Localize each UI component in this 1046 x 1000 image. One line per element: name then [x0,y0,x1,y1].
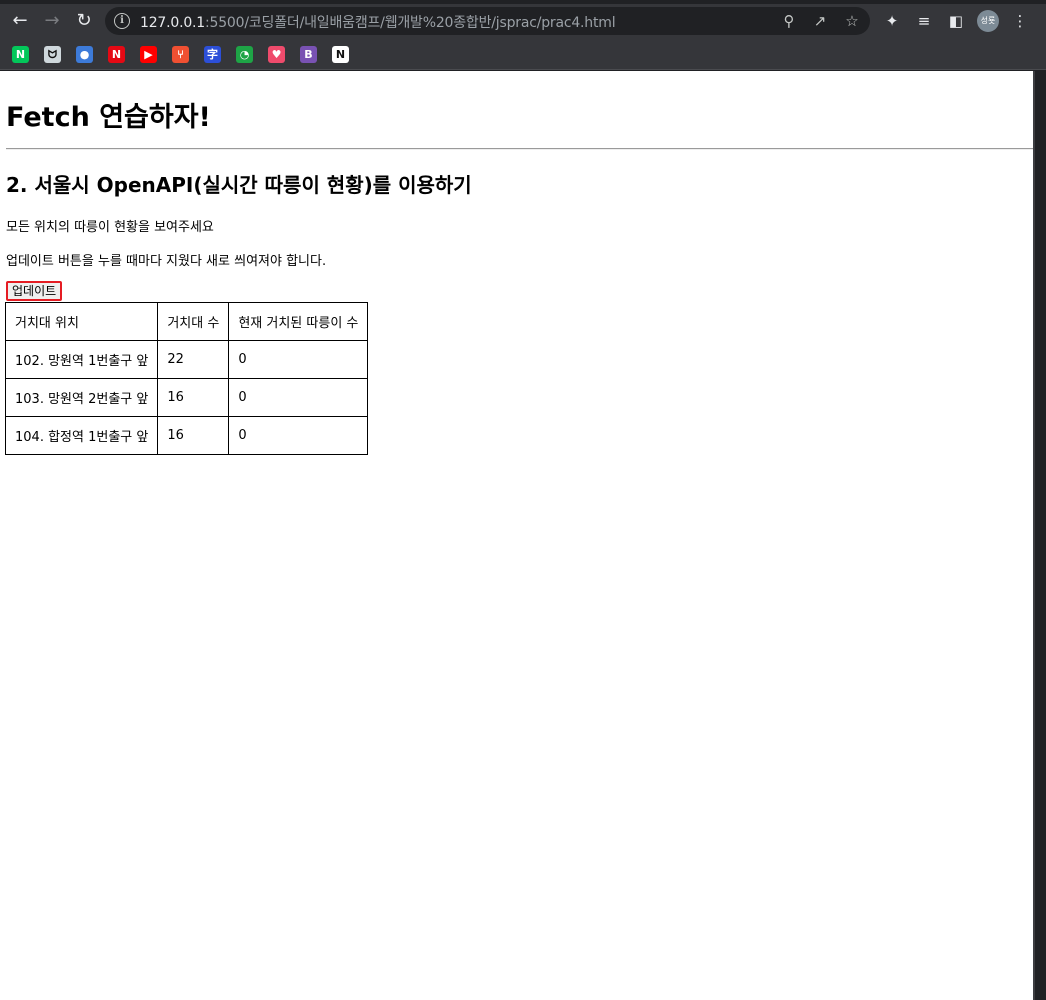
bookmark-clock-icon[interactable]: ◔ [236,46,253,63]
bike-station-table: 거치대 위치 거치대 수 현재 거치된 따릉이 수 102. 망원역 1번출구 … [4,302,369,455]
url-host: 127.0.0.1 [140,15,205,31]
site-info-icon[interactable]: i [114,13,130,29]
table-row: 104. 합정역 1번출구 앞 16 0 [4,416,369,455]
profile-avatar[interactable]: 성룟 [977,10,999,32]
page-content: Fetch 연습하자! 2. 서울시 OpenAPI(실시간 따릉이 현황)를 … [0,71,1033,1000]
url-text[interactable]: 127.0.0.1:5500/코딩폴더/내일배움캠프/웹개발%20종합반/jsp… [140,12,616,32]
bookmark-star-icon[interactable]: ☆ [843,12,861,30]
cell-bike-count: 0 [228,378,369,417]
table-header-row: 거치대 위치 거치대 수 현재 거치된 따릉이 수 [4,302,369,341]
bookmarks-bar: N ᗢ ● N ▶ ⑂ 字 ◔ ♥ B N [0,42,1046,70]
browser-toolbar: ← → ↻ i 127.0.0.1:5500/코딩폴더/내일배움캠프/웹개발%2… [0,0,1046,42]
cell-bike-count: 0 [228,340,369,379]
bookmark-naver-icon[interactable]: N [12,46,29,63]
bookmark-netflix-icon[interactable]: N [108,46,125,63]
bookmark-youtube-icon[interactable]: ▶ [140,46,157,63]
reload-icon[interactable]: ↻ [74,11,94,31]
bookmark-dict-icon[interactable]: 字 [204,46,221,63]
cell-location: 103. 망원역 2번출구 앞 [4,378,159,417]
description-line-1: 모든 위치의 따릉이 현황을 보여주세요 [6,220,214,235]
description-line-2: 업데이트 버튼을 누를 때마다 지웠다 새로 씌여져야 합니다. [6,254,327,269]
divider [6,148,1033,150]
bookmark-git-icon[interactable]: ⑂ [172,46,189,63]
zoom-icon[interactable]: ⚲ [780,12,798,30]
table-row: 103. 망원역 2번출구 앞 16 0 [4,378,369,417]
side-panel-icon[interactable]: ◧ [946,11,966,31]
cell-rack-count: 16 [157,378,230,417]
menu-kebab-icon[interactable]: ⋮ [1010,11,1030,31]
column-header-bike-count: 현재 거치된 따릉이 수 [228,302,369,341]
tab-strip-edge [0,0,1046,4]
media-queue-icon[interactable]: ≡ [914,11,934,31]
section-heading: 2. 서울시 OpenAPI(실시간 따릉이 현황)를 이용하기 [6,173,472,197]
cell-location: 102. 망원역 1번출구 앞 [4,340,159,379]
forward-icon[interactable]: → [42,11,62,31]
back-icon[interactable]: ← [10,11,30,31]
bookmark-notion-icon[interactable]: N [332,46,349,63]
update-button[interactable]: 업데이트 [6,281,63,301]
cell-rack-count: 22 [157,340,230,379]
bookmark-heart-icon[interactable]: ♥ [268,46,285,63]
table-row: 102. 망원역 1번출구 앞 22 0 [4,340,369,379]
cell-location: 104. 합정역 1번출구 앞 [4,416,159,455]
url-path: :5500/코딩폴더/내일배움캠프/웹개발%20종합반/jsprac/prac4… [205,15,616,31]
extensions-icon[interactable]: ✦ [882,11,902,31]
bookmark-game-icon[interactable]: ● [76,46,93,63]
column-header-rack-count: 거치대 수 [157,302,230,341]
bookmark-cat-icon[interactable]: ᗢ [44,46,61,63]
cell-bike-count: 0 [228,416,369,455]
page-title: Fetch 연습하자! [6,102,211,133]
address-bar[interactable]: i 127.0.0.1:5500/코딩폴더/내일배움캠프/웹개발%20종합반/j… [105,7,870,35]
cell-rack-count: 16 [157,416,230,455]
bookmark-bootstrap-icon[interactable]: B [300,46,317,63]
share-icon[interactable]: ↗ [811,12,829,30]
window-edge [1033,71,1046,1000]
column-header-location: 거치대 위치 [4,302,159,341]
